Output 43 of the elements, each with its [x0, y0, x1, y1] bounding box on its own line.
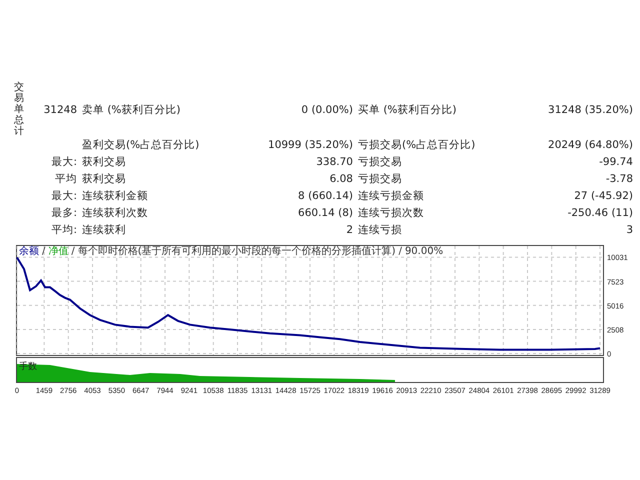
stat-value: 20249 (64.80%) — [547, 138, 633, 153]
legend-text: 每个即时价格(基于所有可利用的最小时段的每一个价格的分形插值计算) — [78, 246, 396, 258]
stat-label: 连续获利 — [82, 223, 127, 238]
legend-text: 净值 — [48, 246, 68, 258]
stat-label: 卖单 (%获利百分比) — [82, 102, 182, 116]
stat-label: 连续亏损金额 — [358, 189, 425, 204]
stat-value: 6.08 — [328, 172, 353, 187]
stat-label: 获利交易 — [82, 155, 127, 170]
stat-value: 27 (-45.92) — [573, 189, 633, 204]
stat-label: 盈利交易(%占总百分比) — [82, 138, 200, 153]
stat-prefix: 最多: — [50, 206, 77, 221]
stat-value: 31248 (35.20%) — [547, 104, 633, 116]
stat-prefix: 平均: — [50, 223, 77, 238]
volume-label: 手数 — [19, 362, 37, 372]
stat-value: 0 (0.00%) — [300, 104, 353, 116]
stat-value: 2 — [345, 223, 353, 238]
stat-prefix: 最大: — [50, 189, 77, 204]
stat-label: 买单 (%获利百分比) — [358, 102, 458, 116]
legend-text: / — [71, 246, 75, 258]
legend-text: 90.00% — [404, 246, 444, 258]
total-value: 31248 — [44, 104, 77, 116]
stat-value: 3 — [625, 223, 633, 238]
stat-label: 获利交易 — [82, 172, 127, 187]
stat-label: 亏损交易(%占总百分比) — [358, 138, 476, 153]
stat-value: 10999 (35.20%) — [267, 138, 353, 153]
stat-label: 连续亏损 — [358, 223, 403, 238]
stat-value: 338.70 — [315, 155, 353, 170]
stat-prefix: 最大: — [50, 155, 77, 170]
stat-value: -99.74 — [598, 155, 633, 170]
stat-label: 亏损交易 — [358, 172, 403, 187]
stat-label: 连续获利次数 — [82, 206, 149, 221]
legend-text: 余额 — [19, 246, 39, 258]
stat-value: 660.14 (8) — [297, 206, 353, 221]
stat-label: 连续获利金额 — [82, 189, 149, 204]
stat-value: -3.78 — [604, 172, 633, 187]
stat-label: 亏损交易 — [358, 155, 403, 170]
stat-prefix: 平均 — [54, 172, 77, 187]
legend-text: / — [398, 246, 402, 258]
stat-value: 8 (660.14) — [297, 189, 353, 204]
vertical-label: 交易单总计 — [14, 82, 24, 137]
stat-value: -250.46 (11) — [566, 206, 633, 221]
legend-text: / — [42, 246, 46, 258]
stat-label: 连续亏损次数 — [358, 206, 425, 221]
